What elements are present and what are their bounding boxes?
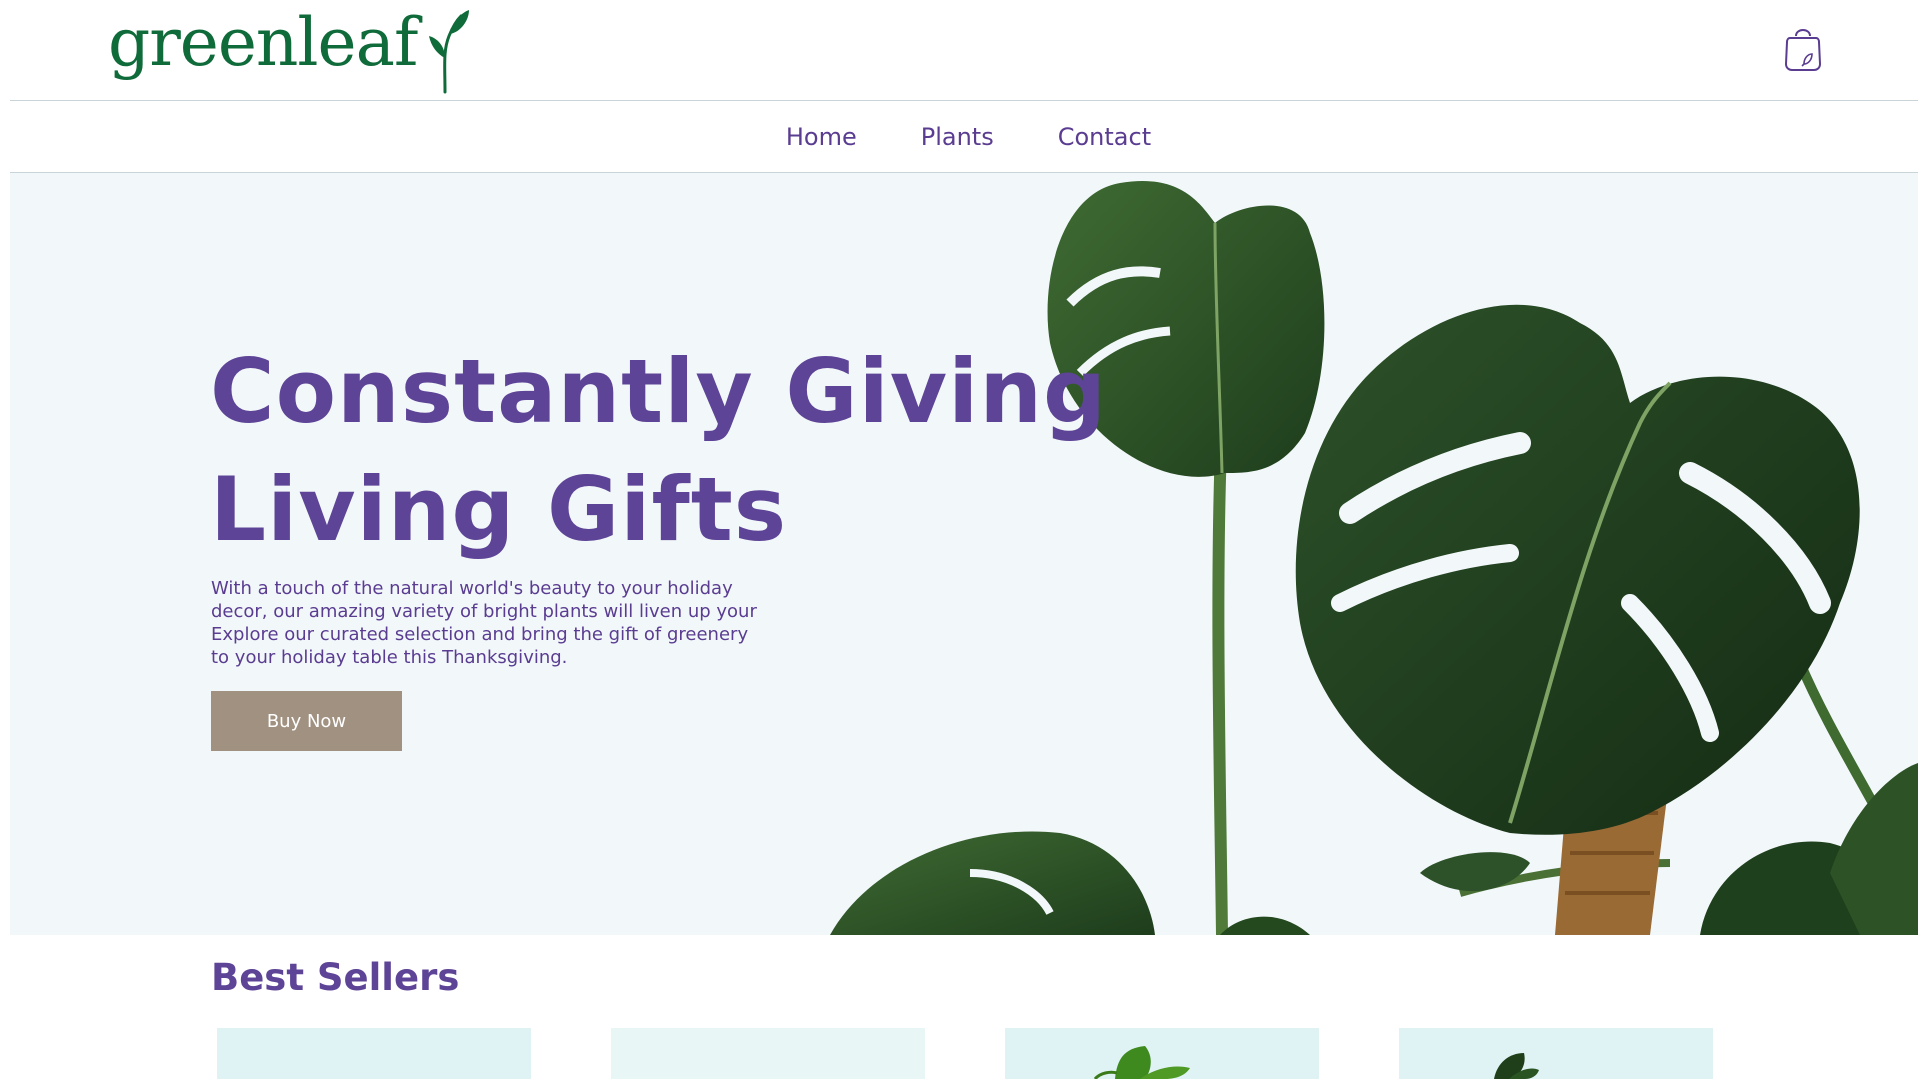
product-image	[611, 1028, 925, 1079]
site-header: greenleaf	[0, 0, 1919, 100]
buy-now-button[interactable]: Buy Now	[211, 691, 402, 751]
page: greenleaf Home Plants Contact Constantly…	[0, 0, 1919, 1079]
logo-wordmark: greenleaf	[108, 4, 418, 81]
hero-description: With a touch of the natural world's beau…	[211, 578, 757, 668]
hero-title: Constantly Giving Living Gifts	[210, 333, 1107, 569]
main-nav: Home Plants Contact	[0, 101, 1919, 172]
product-card[interactable]	[611, 1028, 925, 1079]
logo[interactable]: greenleaf	[108, 4, 473, 94]
plant-image	[1005, 1028, 1319, 1079]
nav-plants[interactable]: Plants	[921, 123, 994, 151]
shopping-bag-icon[interactable]	[1784, 24, 1822, 72]
best-sellers-title: Best Sellers	[211, 956, 460, 999]
product-card[interactable]	[217, 1028, 531, 1079]
hero-title-line-2: Living Gifts	[210, 458, 788, 561]
hero-banner: Constantly Giving Living Gifts With a to…	[10, 173, 1918, 935]
plant-image	[1399, 1028, 1713, 1079]
nav-home[interactable]: Home	[786, 123, 857, 151]
product-card[interactable]	[1005, 1028, 1319, 1079]
hero-title-line-1: Constantly Giving	[210, 340, 1107, 443]
product-image	[217, 1028, 531, 1079]
product-card[interactable]	[1399, 1028, 1713, 1079]
sprout-icon	[429, 10, 470, 94]
nav-contact[interactable]: Contact	[1058, 123, 1151, 151]
